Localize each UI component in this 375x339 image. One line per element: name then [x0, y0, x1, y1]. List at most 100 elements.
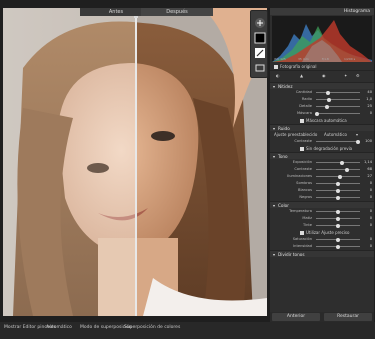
chevron-down-icon[interactable]: ▾ — [356, 131, 358, 138]
section-title: Dividir tonos — [278, 252, 305, 257]
slider-row[interactable]: Máscara 0 — [270, 110, 374, 117]
slider-track[interactable] — [316, 99, 360, 100]
slider-label: Cantidad — [295, 90, 312, 94]
section-noise[interactable]: Ruido — [270, 124, 374, 132]
brush-editor-mode[interactable]: Automático — [46, 325, 72, 330]
slider-row[interactable]: Temperatura 0 — [270, 208, 374, 215]
slider-label: Contraste — [294, 167, 312, 171]
slider-row[interactable]: Intensidad 0 — [270, 243, 374, 250]
overlay-mode-value[interactable]: Superposición de colores — [124, 325, 180, 330]
slider-value[interactable]: 0 — [370, 110, 372, 117]
slider-row[interactable]: Matiz 0 — [270, 215, 374, 222]
slider-value[interactable]: 27 — [367, 173, 372, 180]
add-icon[interactable] — [254, 14, 266, 28]
section-tone[interactable]: Tono — [270, 152, 374, 160]
slider-track[interactable] — [316, 106, 360, 107]
slider-knob[interactable] — [336, 181, 340, 186]
slider-knob[interactable] — [356, 139, 360, 144]
eraser-icon[interactable] — [254, 59, 266, 72]
color-swatch-icon[interactable] — [254, 29, 266, 44]
slider-track[interactable] — [316, 141, 360, 142]
tab-more-icon[interactable]: ⚙ — [356, 72, 360, 79]
tab-color-icon[interactable]: ◉ — [322, 72, 326, 79]
slider-value[interactable]: 0 — [370, 194, 372, 201]
develop-panel: Histograma ISO 125 35 mm f/1.8 1/200 s F… — [270, 8, 374, 322]
slider-knob[interactable] — [338, 174, 343, 179]
slider-value[interactable]: 68 — [367, 166, 372, 173]
slider-row[interactable]: Saturación 0 — [270, 236, 374, 243]
original-photo-toggle[interactable]: Fotografía original — [270, 63, 374, 70]
slider-label: Iluminaciones — [287, 174, 312, 178]
reset-button[interactable]: Restaurar — [324, 313, 372, 321]
slider-row[interactable]: Contraste 68 — [270, 166, 374, 173]
slider-knob[interactable] — [314, 111, 319, 116]
slider-knob[interactable] — [340, 160, 345, 165]
photo-canvas[interactable]: Antes Después — [3, 8, 267, 316]
slider-knob[interactable] — [325, 90, 330, 95]
slider-value[interactable]: 0 — [370, 208, 372, 215]
slider-knob[interactable] — [336, 216, 340, 221]
section-split-toning[interactable]: Dividir tonos — [270, 250, 374, 258]
slider-row[interactable]: Negros 0 — [270, 194, 374, 201]
tab-hsl-icon[interactable]: ✦ — [344, 72, 347, 79]
slider-row[interactable]: Sombras 0 — [270, 180, 374, 187]
slider-knob[interactable] — [336, 195, 340, 200]
slider-row[interactable]: Detalle 25 — [270, 103, 374, 110]
brush-icon[interactable] — [254, 44, 266, 58]
slider-knob[interactable] — [336, 188, 340, 193]
slider-knob[interactable] — [344, 167, 349, 172]
slider-track[interactable] — [316, 92, 360, 93]
slider-row[interactable]: Cantidad 40 — [270, 89, 374, 96]
slider-value[interactable]: 0 — [370, 180, 372, 187]
histogram-header[interactable]: Histograma — [270, 8, 374, 15]
tool-strip — [250, 10, 268, 78]
slider-track[interactable] — [316, 113, 360, 114]
slider-value[interactable]: 40 — [367, 89, 372, 96]
slider-knob[interactable] — [336, 237, 340, 242]
tab-basic-icon[interactable]: ◐ — [276, 72, 280, 79]
noise-preset-row[interactable]: Ajuste preestablecido Automático ▾ — [270, 131, 374, 138]
slider-track[interactable] — [316, 169, 360, 170]
slider-value[interactable]: 0 — [370, 236, 372, 243]
slider-track[interactable] — [316, 162, 360, 163]
precise-adjust-toggle[interactable]: Utilizar Ajuste preciso — [270, 229, 374, 236]
slider-value[interactable]: 25 — [367, 103, 372, 110]
slider-knob[interactable] — [325, 104, 329, 109]
slider-value[interactable]: 0 — [370, 215, 372, 222]
section-sharpen[interactable]: Nitidez — [270, 82, 374, 90]
noise-checkbox-row[interactable]: Sin degradación previa — [270, 145, 374, 152]
checkbox-icon[interactable] — [300, 119, 304, 123]
slider-knob[interactable] — [336, 209, 340, 214]
slider-knob[interactable] — [336, 223, 340, 228]
slider-row[interactable]: Blancos 0 — [270, 187, 374, 194]
slider-value[interactable]: 1,0 — [366, 96, 372, 103]
slider-row[interactable]: Radio 1,0 — [270, 96, 374, 103]
noise-preset-value[interactable]: Automático — [324, 131, 347, 138]
auto-mask-toggle[interactable]: Máscara automática — [270, 117, 374, 124]
slider-value[interactable]: 1,14 — [364, 159, 372, 166]
tab-detail-icon[interactable]: ▲ — [300, 72, 303, 79]
slider-row[interactable]: Exposición 1,14 — [270, 159, 374, 166]
slider-label: Tinte — [303, 223, 312, 227]
slider-knob[interactable] — [336, 244, 340, 249]
checkbox-icon[interactable] — [300, 231, 304, 235]
slider-value[interactable]: 0 — [370, 222, 372, 229]
checkbox-icon[interactable] — [300, 147, 304, 151]
tab-after[interactable]: Después — [141, 8, 213, 16]
previous-button[interactable]: Anterior — [272, 313, 320, 321]
checkbox-icon[interactable] — [274, 65, 278, 69]
noise-contrast-slider[interactable]: Contraste 100 — [270, 138, 374, 145]
noise-option-label: Ajuste preestablecido — [274, 132, 318, 137]
section-color[interactable]: Color — [270, 201, 374, 209]
slider-row[interactable]: Iluminaciones 27 — [270, 173, 374, 180]
slider-knob[interactable] — [327, 97, 332, 102]
slider-row[interactable]: Tinte 0 — [270, 222, 374, 229]
slider-value[interactable]: 0 — [370, 187, 372, 194]
slider-value[interactable]: 100 — [365, 138, 372, 145]
slider-value[interactable]: 0 — [370, 243, 372, 250]
before-after-divider[interactable] — [135, 8, 137, 316]
auto-mask-label: Máscara automática — [306, 118, 347, 123]
tool-tabs: ◐ ▲ ◉ ✦ ⚙ — [270, 70, 374, 82]
status-bar: Mostrar Editor pinceles Automático Modo … — [0, 322, 375, 339]
slider-label: Blancos — [298, 188, 312, 192]
